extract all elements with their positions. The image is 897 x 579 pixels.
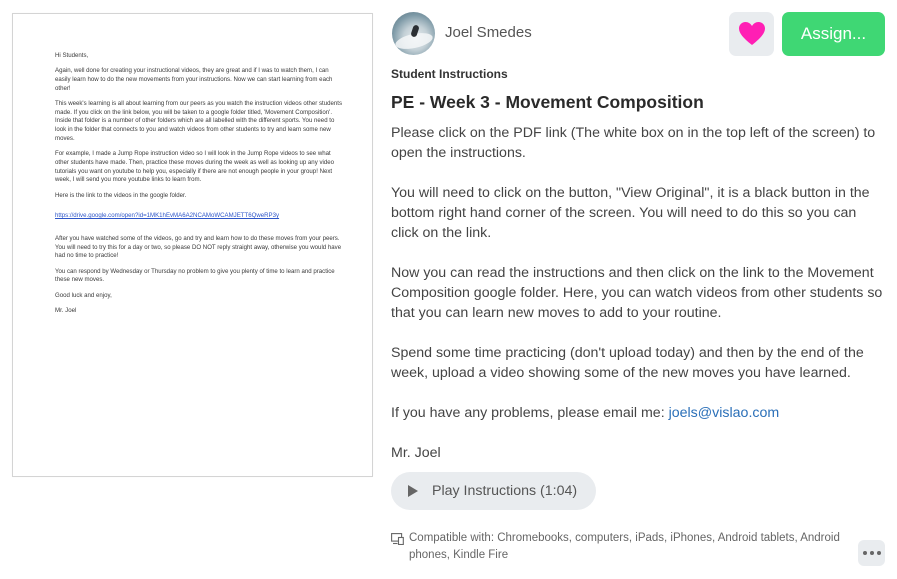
pdf-signature: Mr. Joel — [55, 306, 77, 314]
assign-button[interactable]: Assign... — [782, 12, 885, 56]
devices-icon — [391, 533, 404, 545]
email-link[interactable]: joels@vislao.com — [669, 405, 780, 421]
play-label: Play Instructions (1:04) — [432, 483, 578, 499]
section-label: Student Instructions — [391, 67, 508, 81]
compatibility-note: Compatible with: Chromebooks, computers,… — [391, 530, 851, 563]
signoff: Mr. Joel — [391, 445, 441, 461]
play-icon — [408, 485, 418, 497]
pdf-paragraph: You can respond by Wednesday or Thursday… — [55, 267, 335, 284]
pdf-content: Hi Students, Again, well done for creati… — [55, 52, 345, 322]
author-avatar — [392, 12, 435, 55]
contact-line: If you have any problems, please email m… — [391, 403, 886, 423]
more-icon — [862, 551, 867, 555]
pdf-paragraph: For example, I made a Jump Rope instruct… — [55, 150, 335, 184]
instruction-paragraph: You will need to click on the button, "V… — [391, 185, 870, 241]
instruction-paragraph: Spend some time practicing (don't upload… — [391, 345, 864, 381]
pdf-paragraph: Good luck and enjoy, — [55, 291, 112, 299]
pdf-paragraph: This week's learning is all about learni… — [55, 100, 343, 142]
like-button[interactable] — [729, 12, 774, 56]
pdf-folder-link[interactable]: https://drive.google.com/open?id=1MK1hEv… — [55, 212, 345, 221]
instructions-body: Please click on the PDF link (The white … — [391, 123, 886, 483]
instruction-paragraph: Now you can read the instructions and th… — [391, 265, 883, 321]
more-options-button[interactable] — [858, 540, 885, 566]
pdf-paragraph: Again, well done for creating your instr… — [55, 67, 333, 92]
pdf-greeting: Hi Students, — [55, 52, 89, 59]
activity-title: PE - Week 3 - Movement Composition — [391, 92, 704, 112]
pdf-paragraph: Here is the link to the videos in the go… — [55, 191, 187, 199]
compatibility-text: Compatible with: Chromebooks, computers,… — [409, 532, 840, 561]
play-instructions-button[interactable]: Play Instructions (1:04) — [391, 472, 596, 510]
author-name: Joel Smedes — [445, 24, 532, 41]
instruction-paragraph: Please click on the PDF link (The white … — [391, 125, 876, 161]
heart-icon — [738, 22, 765, 45]
pdf-paragraph: After you have watched some of the video… — [55, 234, 342, 260]
contact-prefix: If you have any problems, please email m… — [391, 405, 669, 421]
pdf-preview[interactable]: Hi Students, Again, well done for creati… — [12, 13, 373, 477]
